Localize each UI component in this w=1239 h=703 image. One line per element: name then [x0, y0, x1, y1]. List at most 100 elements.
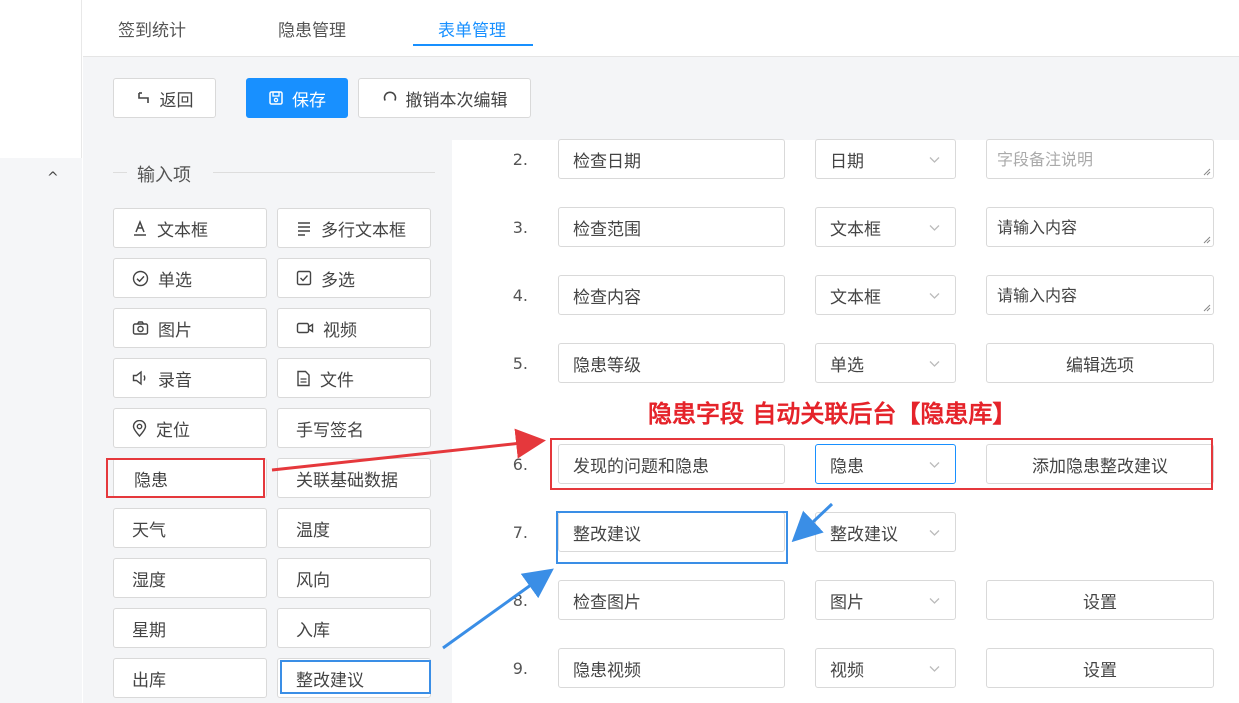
field-name-input[interactable]: 检查范围 [558, 207, 785, 247]
palette-item-video[interactable]: 视频 [277, 308, 431, 348]
text-a-icon [134, 220, 146, 236]
back-button[interactable]: 返回 [113, 78, 216, 118]
image-settings-button[interactable]: 设置 [986, 580, 1214, 620]
row-number: 3. [512, 218, 528, 237]
field-remark-placeholder: 字段备注说明 [997, 150, 1094, 169]
palette-item-label: 图片 [158, 320, 192, 341]
palette-item-audio[interactable]: 录音 [113, 358, 267, 398]
tab-bar: 签到统计 隐患管理 表单管理 [83, 0, 1239, 57]
field-name-value: 检查内容 [573, 287, 641, 308]
row-number: 7. [512, 523, 528, 542]
field-remark-value: 请输入内容 [997, 218, 1078, 237]
collapse-chevron-icon[interactable]: ^ [47, 170, 59, 186]
camera-icon [132, 321, 149, 335]
field-name-value: 隐患等级 [573, 355, 641, 376]
lines-icon [298, 222, 310, 236]
field-type-select[interactable]: 整改建议 [815, 512, 956, 552]
field-type-select[interactable]: 视频 [815, 648, 956, 688]
left-nav-lower [0, 158, 82, 703]
save-icon [269, 91, 283, 105]
palette-item-image[interactable]: 图片 [113, 308, 267, 348]
save-button-label: 保存 [292, 90, 326, 111]
undo-edit-button-label: 撤销本次编辑 [405, 90, 508, 111]
field-type-value: 图片 [830, 592, 864, 613]
input-items-title: 输入项 [137, 165, 191, 186]
chevron-down-icon [929, 666, 940, 672]
row-number: 4. [512, 286, 528, 305]
highlight-box-hazard-row [550, 438, 1213, 490]
palette-item-temperature[interactable]: 温度 [277, 508, 431, 548]
tab-form-management[interactable]: 表单管理 [438, 16, 506, 41]
field-type-select[interactable]: 图片 [815, 580, 956, 620]
field-type-value: 日期 [830, 151, 864, 172]
field-name-input[interactable]: 检查图片 [558, 580, 785, 620]
palette-item-signature[interactable]: 手写签名 [277, 408, 431, 448]
palette-item-label: 星期 [132, 620, 166, 641]
palette-item-label: 录音 [158, 370, 192, 391]
field-remark-textarea[interactable]: 请输入内容 [986, 275, 1214, 315]
field-type-select[interactable]: 单选 [815, 343, 956, 383]
highlight-box-advice-item [280, 660, 431, 694]
field-type-value: 文本框 [830, 219, 881, 240]
save-button[interactable]: 保存 [246, 78, 348, 118]
tab-sign-in-stats[interactable]: 签到统计 [118, 16, 186, 41]
field-name-input[interactable]: 隐患等级 [558, 343, 785, 383]
field-remark-textarea[interactable]: 字段备注说明 [986, 139, 1214, 179]
tab-hazard-management[interactable]: 隐患管理 [278, 16, 346, 41]
field-name-value: 隐患视频 [573, 660, 641, 681]
return-icon [137, 92, 149, 103]
palette-item-label: 湿度 [132, 570, 166, 591]
palette-item-location[interactable]: 定位 [113, 408, 267, 448]
palette-item-stock-out[interactable]: 出库 [113, 658, 267, 698]
palette-item-label: 风向 [296, 570, 330, 591]
chevron-down-icon [929, 530, 940, 536]
location-pin-icon [132, 419, 147, 437]
video-settings-button[interactable]: 设置 [986, 648, 1214, 688]
palette-item-label: 出库 [132, 670, 166, 691]
row-number: 8. [512, 591, 528, 610]
palette-item-label: 关联基础数据 [296, 470, 398, 491]
undo-edit-button[interactable]: 撤销本次编辑 [358, 78, 531, 118]
field-name-value: 检查图片 [573, 592, 641, 613]
field-type-value: 整改建议 [830, 524, 898, 545]
chevron-down-icon [929, 157, 940, 163]
palette-item-label: 定位 [156, 420, 190, 441]
edit-options-button[interactable]: 编辑选项 [986, 343, 1214, 383]
chevron-down-icon [929, 225, 940, 231]
annotation-hazard-auto-link: 隐患字段 自动关联后台【隐患库】 [648, 400, 1017, 428]
field-name-input[interactable]: 隐患视频 [558, 648, 785, 688]
palette-item-multi-choice[interactable]: 多选 [277, 258, 431, 298]
row-number: 9. [512, 659, 528, 678]
file-icon [297, 370, 310, 386]
back-button-label: 返回 [159, 90, 194, 111]
resize-grip-icon[interactable] [1203, 236, 1211, 244]
highlight-box-advice-field [556, 511, 788, 564]
field-type-value: 单选 [830, 355, 864, 376]
field-type-select[interactable]: 文本框 [815, 207, 956, 247]
palette-item-file[interactable]: 文件 [277, 358, 431, 398]
palette-item-wind-direction[interactable]: 风向 [277, 558, 431, 598]
field-remark-value: 请输入内容 [997, 286, 1078, 305]
palette-item-stock-in[interactable]: 入库 [277, 608, 431, 648]
palette-item-weather[interactable]: 天气 [113, 508, 267, 548]
palette-item-multiline-textbox[interactable]: 多行文本框 [277, 208, 431, 248]
field-name-value: 检查日期 [573, 151, 641, 172]
field-name-input[interactable]: 检查日期 [558, 139, 785, 179]
resize-grip-icon[interactable] [1203, 304, 1211, 312]
input-items-heading: 输入项 [113, 161, 435, 186]
field-type-select[interactable]: 文本框 [815, 275, 956, 315]
checkbox-icon [296, 270, 312, 286]
palette-item-single-choice[interactable]: 单选 [113, 258, 267, 298]
field-type-value: 文本框 [830, 287, 881, 308]
chevron-down-icon [929, 361, 940, 367]
field-remark-textarea[interactable]: 请输入内容 [986, 207, 1214, 247]
palette-item-label: 文件 [320, 370, 354, 391]
palette-item-textbox[interactable]: 文本框 [113, 208, 267, 248]
field-name-input[interactable]: 检查内容 [558, 275, 785, 315]
palette-item-humidity[interactable]: 湿度 [113, 558, 267, 598]
resize-grip-icon[interactable] [1203, 168, 1211, 176]
palette-item-weekday[interactable]: 星期 [113, 608, 267, 648]
palette-item-linked-base-data[interactable]: 关联基础数据 [277, 458, 431, 498]
highlight-box-hazard-item [106, 458, 265, 498]
field-type-select[interactable]: 日期 [815, 139, 956, 179]
